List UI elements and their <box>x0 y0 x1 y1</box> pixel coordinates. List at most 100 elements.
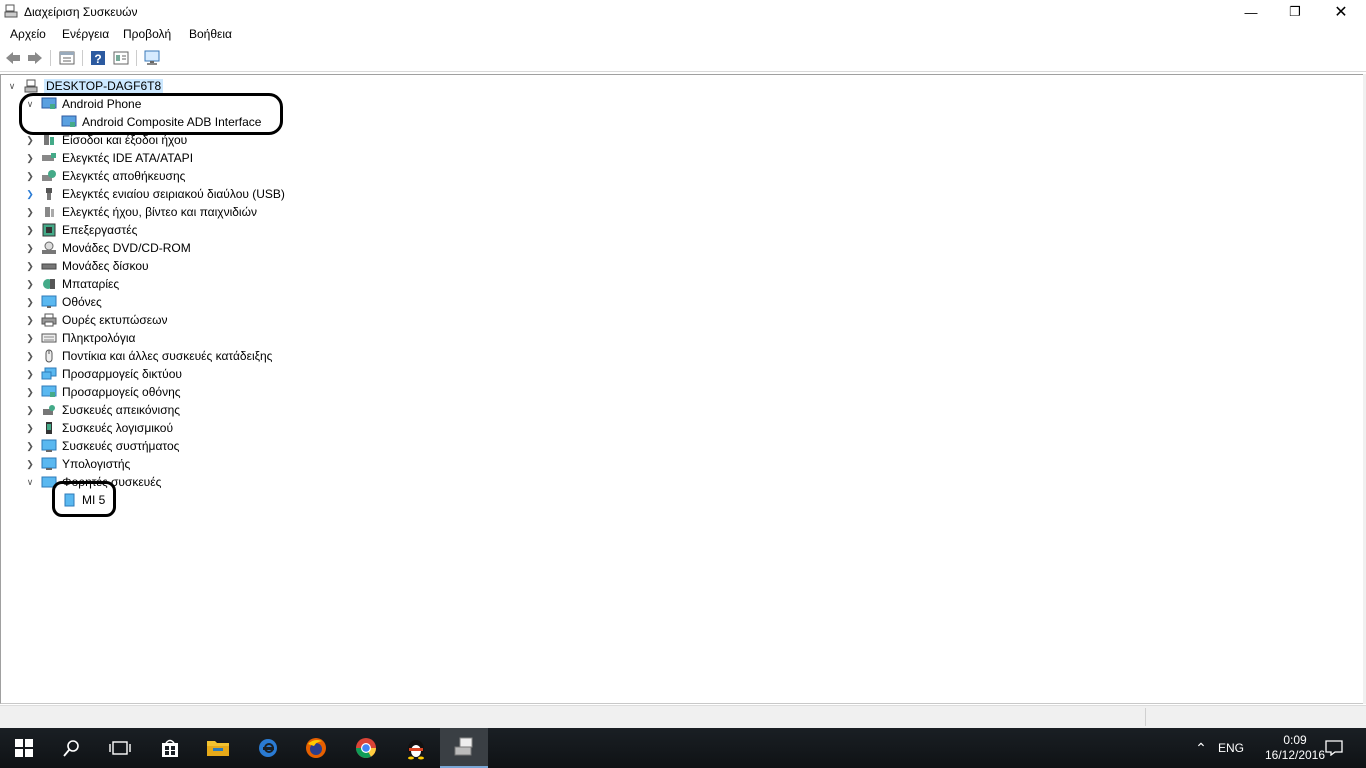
clock[interactable]: 0:09 16/12/2016 <box>1265 728 1325 768</box>
tree-item-display-adapters[interactable]: ❯ Προσαρμογείς οθόνης <box>25 383 180 401</box>
chevron-right-icon[interactable]: ❯ <box>25 369 35 380</box>
notifications-button[interactable] <box>1320 728 1348 768</box>
menu-view[interactable]: Προβολή <box>123 27 171 41</box>
chevron-right-icon[interactable]: ❯ <box>25 243 35 254</box>
chevron-right-icon[interactable]: ❯ <box>25 297 35 308</box>
highlight-circle-android <box>19 93 283 135</box>
chevron-right-icon[interactable]: ❯ <box>25 189 35 200</box>
tree-item-computer[interactable]: ❯ Υπολογιστής <box>25 455 130 473</box>
chevron-right-icon[interactable]: ❯ <box>25 135 35 146</box>
tree-item-system-devices[interactable]: ❯ Συσκευές συστήματος <box>25 437 179 455</box>
search-button[interactable] <box>48 728 96 768</box>
tree-item-label: Συσκευές απεικόνισης <box>62 403 181 417</box>
tree-item-disk-drives[interactable]: ❯ Μονάδες δίσκου <box>25 257 148 275</box>
chevron-right-icon[interactable]: ❯ <box>25 423 35 434</box>
chevron-right-icon[interactable]: ❯ <box>25 351 35 362</box>
chrome-button[interactable] <box>342 728 390 768</box>
chevron-right-icon[interactable]: ❯ <box>25 153 35 164</box>
svg-text:?: ? <box>94 52 101 66</box>
tree-item-label: Πληκτρολόγια <box>62 331 136 345</box>
back-button[interactable] <box>4 49 22 67</box>
chevron-right-icon[interactable]: ❯ <box>25 441 35 452</box>
folder-icon <box>207 741 229 756</box>
task-view-button[interactable] <box>96 728 144 768</box>
menu-help[interactable]: Βοήθεια <box>189 27 232 41</box>
chevron-up-icon: ⌃ <box>1195 739 1207 756</box>
computer-icon <box>23 79 39 93</box>
tree-item-dvd-drives[interactable]: ❯ Μονάδες DVD/CD-ROM <box>25 239 191 257</box>
store-app-button[interactable] <box>146 728 194 768</box>
menu-file[interactable]: Αρχείο <box>10 27 46 41</box>
windows-icon <box>15 739 33 757</box>
sound-icon <box>41 205 57 219</box>
chevron-right-icon[interactable]: ❯ <box>25 387 35 398</box>
file-explorer-button[interactable] <box>194 728 242 768</box>
firefox-button[interactable] <box>292 728 340 768</box>
chevron-right-icon[interactable]: ❯ <box>25 279 35 290</box>
window-title: Διαχείριση Συσκευών <box>24 5 138 19</box>
close-button[interactable]: ✕ <box>1318 0 1364 24</box>
software-device-icon <box>41 421 57 435</box>
tree-item-batteries[interactable]: ❯ Μπαταρίες <box>25 275 119 293</box>
chevron-right-icon[interactable]: ❯ <box>25 459 35 470</box>
menu-bar: Αρχείο Ενέργεια Προβολή Βοήθεια <box>0 24 1366 44</box>
tree-item-mice[interactable]: ❯ Ποντίκια και άλλες συσκευές κατάδειξης <box>25 347 272 365</box>
tree-item-processors[interactable]: ❯ Επεξεργαστές <box>25 221 137 239</box>
ide-controller-icon <box>41 151 57 165</box>
tree-item-usb-controllers[interactable]: ❯ Ελεγκτές ενιαίου σειριακού διαύλου (US… <box>25 185 285 203</box>
toolbar: ? <box>0 45 1366 72</box>
chevron-right-icon[interactable]: ❯ <box>25 333 35 344</box>
tree-item-label: Ελεγκτές IDE ATA/ATAPI <box>62 151 194 165</box>
camera-icon <box>41 403 57 417</box>
tree-item-label: Υπολογιστής <box>62 457 131 471</box>
store-icon <box>162 739 178 757</box>
show-hidden-icons-button[interactable]: ⌃ <box>1190 728 1212 768</box>
tree-item-sound-video-game[interactable]: ❯ Ελεγκτές ήχου, βίντεο και παιχνιδιών <box>25 203 257 221</box>
title-bar: Διαχείριση Συσκευών — ❐ ✕ <box>0 0 1366 24</box>
notification-icon <box>1325 740 1343 756</box>
scan-hardware-button[interactable] <box>143 49 161 67</box>
device-tree[interactable]: ∨ DESKTOP-DAGF6T8 ∨ Android Phone Androi… <box>0 74 1365 704</box>
chrome-icon <box>356 738 376 758</box>
forward-arrow-icon <box>28 52 42 64</box>
tree-item-keyboards[interactable]: ❯ Πληκτρολόγια <box>25 329 135 347</box>
properties-button[interactable] <box>58 49 76 67</box>
qq-button[interactable] <box>392 728 440 768</box>
storage-controller-icon <box>41 169 57 183</box>
keyboard-icon <box>41 331 57 345</box>
language-indicator[interactable]: ENG <box>1218 728 1244 768</box>
tree-item-imaging-devices[interactable]: ❯ Συσκευές απεικόνισης <box>25 401 180 419</box>
chevron-right-icon[interactable]: ❯ <box>25 315 35 326</box>
edge-button[interactable] <box>244 728 292 768</box>
tree-item-label: Είσοδοι και έξοδοι ήχου <box>62 133 188 147</box>
dvd-drive-icon <box>41 241 57 255</box>
chevron-right-icon[interactable]: ❯ <box>25 171 35 182</box>
close-icon: ✕ <box>1334 4 1348 21</box>
chevron-right-icon[interactable]: ❯ <box>25 261 35 272</box>
tree-item-ide-controllers[interactable]: ❯ Ελεγκτές IDE ATA/ATAPI <box>25 149 193 167</box>
tree-item-print-queues[interactable]: ❯ Ουρές εκτυπώσεων <box>25 311 167 329</box>
chevron-down-icon[interactable]: ∨ <box>7 81 17 92</box>
taskbar: ⌃ ENG 0:09 16/12/2016 <box>0 728 1366 768</box>
chevron-down-icon[interactable]: ∨ <box>25 477 35 488</box>
tree-item-monitors[interactable]: ❯ Οθόνες <box>25 293 102 311</box>
tree-item-storage-controllers[interactable]: ❯ Ελεγκτές αποθήκευσης <box>25 167 185 185</box>
forward-button[interactable] <box>26 49 44 67</box>
tree-item-network-adapters[interactable]: ❯ Προσαρμογείς δικτύου <box>25 365 182 383</box>
maximize-button[interactable]: ❐ <box>1272 0 1318 24</box>
minimize-button[interactable]: — <box>1228 0 1274 24</box>
tree-item-software-devices[interactable]: ❯ Συσκευές λογισμικού <box>25 419 173 437</box>
device-manager-taskbar-button[interactable] <box>440 728 488 768</box>
printer-icon <box>41 313 57 327</box>
chevron-right-icon[interactable]: ❯ <box>25 225 35 236</box>
chevron-right-icon[interactable]: ❯ <box>25 207 35 218</box>
help-button[interactable]: ? <box>89 49 107 67</box>
minimize-icon: — <box>1244 4 1258 20</box>
chevron-right-icon[interactable]: ❯ <box>25 405 35 416</box>
properties-icon <box>59 51 75 65</box>
view-button[interactable] <box>112 49 130 67</box>
start-button[interactable] <box>0 728 48 768</box>
language-label: ENG <box>1218 741 1245 755</box>
tree-item-label: Προσαρμογείς δικτύου <box>62 367 182 381</box>
menu-action[interactable]: Ενέργεια <box>62 27 109 41</box>
